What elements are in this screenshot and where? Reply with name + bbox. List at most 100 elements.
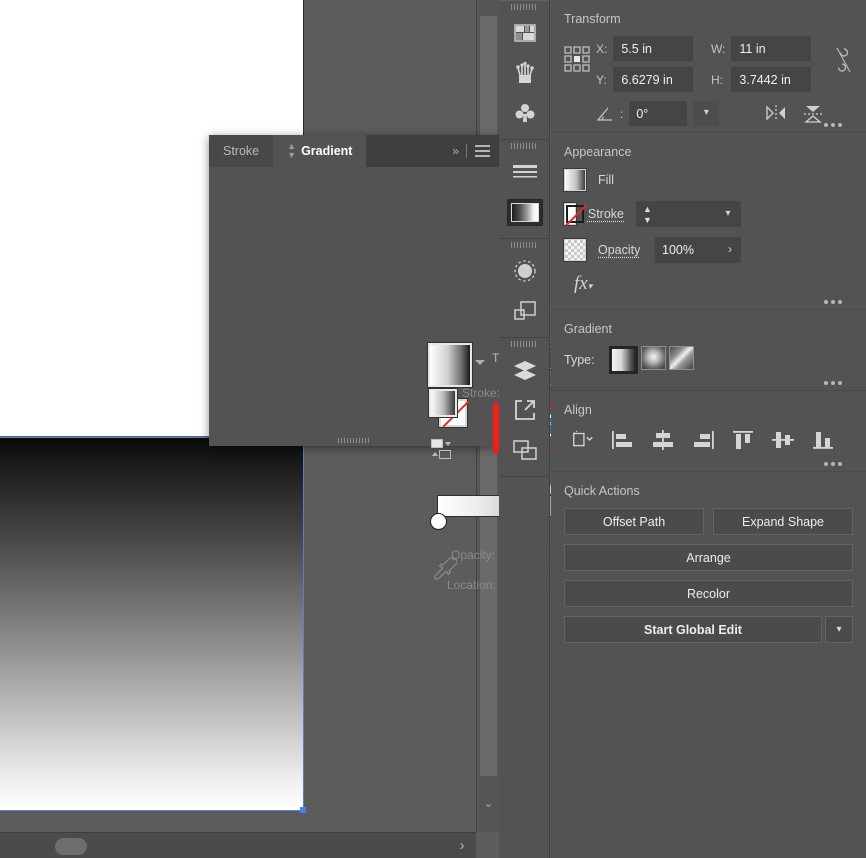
stroke-weight-dropdown-icon[interactable]: ▾: [715, 201, 741, 227]
opacity-options-icon[interactable]: ›: [719, 237, 741, 263]
stroke-swatch[interactable]: [564, 203, 576, 225]
align-bottom-button[interactable]: [810, 427, 836, 453]
flip-vertical-icon[interactable]: [803, 104, 823, 124]
appearance-fill-row[interactable]: Fill: [564, 169, 853, 191]
transform-more-options-icon[interactable]: [824, 123, 842, 127]
transform-x-input[interactable]: [613, 36, 693, 61]
transparency-panel-button[interactable]: [499, 291, 550, 331]
stroke-weight-stepper[interactable]: ▲▼: [636, 201, 659, 227]
rail-group-4: [499, 338, 549, 477]
rail-group-2: [499, 140, 549, 239]
align-left-icon: [611, 429, 635, 451]
start-global-edit-button[interactable]: Start Global Edit: [564, 616, 822, 643]
start-global-edit-dropdown-icon[interactable]: ▾: [825, 616, 853, 643]
align-to-selection-button[interactable]: [570, 427, 596, 453]
opacity-input[interactable]: [655, 237, 719, 263]
appearance-panel-button[interactable]: [499, 251, 550, 291]
brushes-panel-button[interactable]: [499, 53, 550, 93]
rotate-angle-icon: [596, 107, 614, 121]
rail-grip-2[interactable]: [499, 140, 549, 152]
align-horizontal-center-button[interactable]: [650, 427, 676, 453]
gradient-section-freeform-button[interactable]: [669, 346, 694, 370]
expand-shape-button[interactable]: Expand Shape: [713, 508, 853, 535]
color-guide-panel-button[interactable]: [499, 13, 550, 53]
panel-menu-icon[interactable]: [475, 145, 490, 157]
offset-path-button[interactable]: Offset Path: [564, 508, 704, 535]
appearance-more-options-icon[interactable]: [824, 300, 842, 304]
opacity-label[interactable]: Opacity: [598, 243, 640, 257]
gradient-stop-start[interactable]: [431, 514, 446, 529]
align-horizontal-center-icon: [651, 429, 675, 451]
artboards-panel-button[interactable]: [499, 390, 550, 430]
transform-h-input[interactable]: [731, 67, 811, 92]
tab-stroke[interactable]: Stroke: [209, 135, 273, 167]
scroll-right-icon[interactable]: ›: [454, 837, 470, 855]
transform-angle-dropdown-icon[interactable]: ▾: [693, 101, 719, 126]
opacity-swatch[interactable]: [564, 239, 586, 261]
gradient-more-options-icon[interactable]: [824, 381, 842, 385]
symbols-panel-button[interactable]: [499, 93, 550, 133]
tabbar-divider: [466, 144, 467, 158]
transform-w-input[interactable]: [731, 36, 811, 61]
gradient-section-radial-button[interactable]: [641, 346, 666, 370]
canvas-horizontal-scroll-thumb[interactable]: [55, 838, 87, 855]
rail-group-3: [499, 239, 549, 338]
gradient-preview-swatch[interactable]: [428, 343, 472, 387]
quick-actions-section: Quick Actions Offset Path Expand Shape A…: [551, 471, 866, 661]
rail-grip-3[interactable]: [499, 239, 549, 251]
appearance-opacity-row[interactable]: Opacity ›: [564, 237, 853, 263]
align-top-button[interactable]: [730, 427, 756, 453]
transform-y-input[interactable]: [613, 67, 693, 92]
fill-gradient-swatch[interactable]: [429, 389, 457, 417]
reference-point-grid-icon[interactable]: [564, 46, 590, 72]
appearance-icon: [513, 259, 537, 283]
scroll-down-icon[interactable]: ⌄: [477, 796, 499, 812]
stroke-icon: [512, 164, 538, 180]
selected-gradient-shape[interactable]: [0, 437, 304, 811]
align-more-options-icon[interactable]: [824, 462, 842, 466]
align-vertical-center-button[interactable]: [770, 427, 796, 453]
flip-horizontal-icon[interactable]: [765, 104, 787, 122]
gradient-location-label: Location:: [447, 578, 496, 592]
selection-anchor-point[interactable]: [300, 807, 306, 813]
transform-angle-input[interactable]: [629, 101, 687, 126]
appearance-stroke-row[interactable]: Stroke ▲▼ ▾: [564, 201, 853, 227]
gradient-panel[interactable]: Stroke ▲▼ Gradient » Typ: [209, 135, 499, 446]
align-right-button[interactable]: [690, 427, 716, 453]
panel-resize-grip[interactable]: [338, 438, 370, 443]
reverse-gradient-icon[interactable]: [431, 439, 455, 461]
align-vertical-center-icon: [771, 429, 795, 451]
transform-angle-colon: :: [620, 107, 623, 121]
arrange-button[interactable]: Arrange: [564, 544, 853, 571]
gradient-section-type-label: Type:: [564, 353, 595, 367]
recolor-button[interactable]: Recolor: [564, 580, 853, 607]
panel-icon-rail: [499, 0, 550, 858]
align-to-selection-icon: [570, 429, 596, 451]
gradient-preset-chevron-down-icon[interactable]: [475, 360, 485, 365]
layers-panel-button[interactable]: [499, 350, 550, 390]
stroke-label[interactable]: Stroke: [588, 207, 624, 221]
properties-panel: Transform X: W: Y: H:: [551, 0, 866, 858]
tab-gradient[interactable]: ▲▼ Gradient: [273, 135, 366, 167]
transform-section: Transform X: W: Y: H:: [551, 0, 866, 132]
layers-icon: [512, 359, 538, 381]
align-left-button[interactable]: [610, 427, 636, 453]
stroke-panel-button[interactable]: [499, 152, 550, 192]
asset-export-icon: [513, 439, 537, 461]
canvas-horizontal-scrollbar[interactable]: ›: [0, 832, 476, 858]
gradient-section-linear-button[interactable]: [609, 346, 638, 374]
transform-h-label: H:: [711, 73, 725, 87]
double-chevron-right-icon[interactable]: »: [452, 144, 458, 158]
tab-sort-arrows-icon: ▲▼: [287, 142, 296, 160]
stroke-weight-input[interactable]: [659, 201, 715, 227]
gradient-panel-button[interactable]: [499, 192, 550, 232]
rail-grip-1[interactable]: [499, 1, 549, 13]
fill-swatch[interactable]: [564, 169, 586, 191]
rail-grip-4[interactable]: [499, 338, 549, 350]
align-section: Align: [551, 390, 866, 471]
fx-button[interactable]: fx▾: [574, 273, 853, 295]
gradient-stroke-label: Stroke:: [462, 386, 500, 400]
gradient-section: Gradient Type:: [551, 309, 866, 390]
link-broken-icon[interactable]: [833, 46, 853, 74]
asset-export-panel-button[interactable]: [499, 430, 550, 470]
